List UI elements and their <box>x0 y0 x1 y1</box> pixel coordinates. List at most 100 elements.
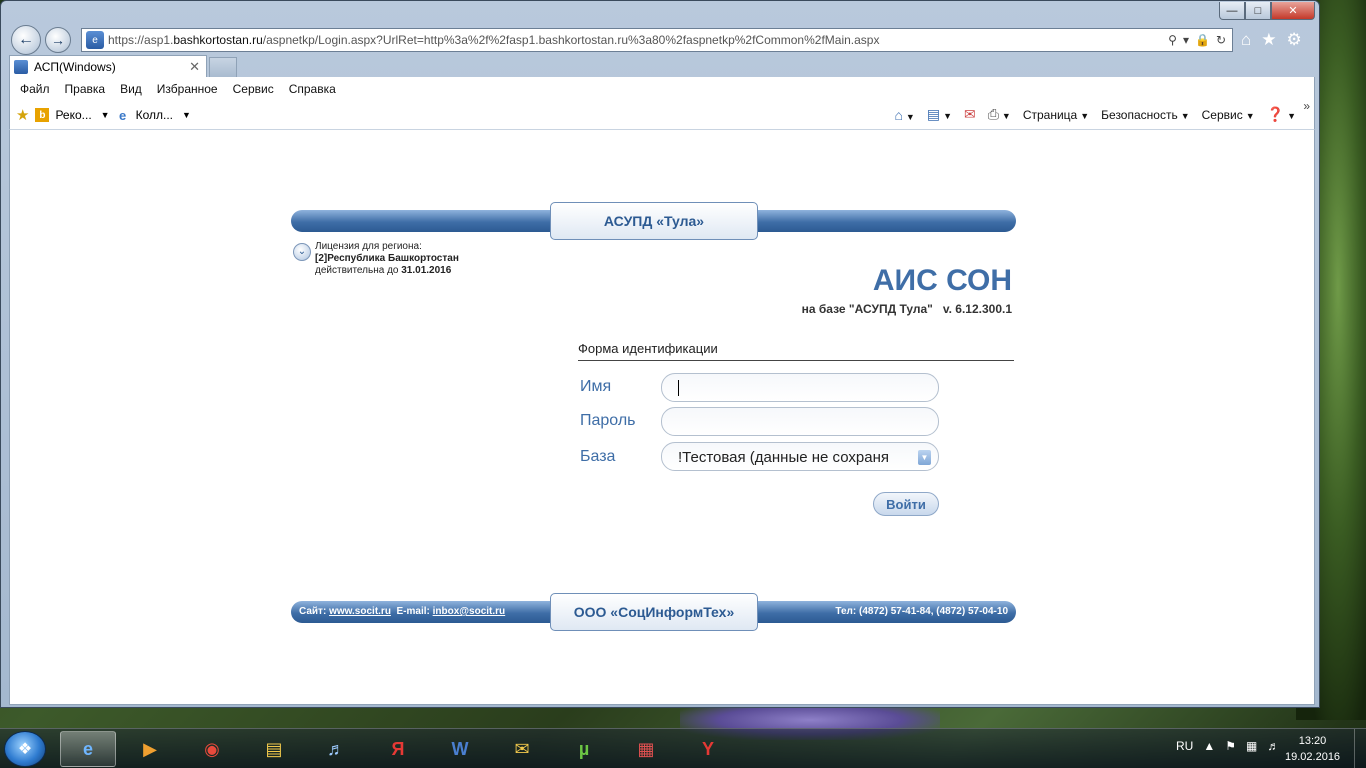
help-menu[interactable]: ❓ ▼ <box>1267 106 1296 123</box>
home-button[interactable]: ⌂ ▼ <box>894 107 914 123</box>
add-favorites-icon[interactable]: ★ <box>16 106 29 124</box>
footer-phones: Тел: (4872) 57-41-84, (4872) 57-04-10 <box>835 606 1008 617</box>
show-desktop-button[interactable] <box>1354 729 1366 768</box>
chevron-down-icon: ▼ <box>1001 111 1011 121</box>
chevron-down-icon[interactable]: ⌄ <box>293 243 311 261</box>
feeds-button[interactable]: ▤ ▼ <box>927 106 952 123</box>
close-button[interactable]: ✕ <box>1271 2 1315 20</box>
app-title: АИС СОН <box>872 264 1012 297</box>
taskbar-chrome[interactable]: ◉ <box>184 731 240 767</box>
chevron-down-icon[interactable]: ▼ <box>101 110 110 120</box>
chevron-down-icon: ▼ <box>943 111 952 121</box>
taskbar-word[interactable]: W <box>432 731 488 767</box>
site-link[interactable]: www.socit.ru <box>329 606 391 617</box>
tray-arrow-icon[interactable]: ▲ <box>1203 739 1215 753</box>
header-badge: АСУПД «Тула» <box>550 202 758 240</box>
new-tab-button[interactable] <box>209 57 237 77</box>
search-icon[interactable]: ⚲ <box>1168 33 1177 47</box>
footer-company: ООО «СоцИнформТех» <box>550 593 758 631</box>
security-menu-label: Безопасность <box>1101 107 1178 122</box>
name-label: Имя <box>580 378 612 395</box>
mail-button[interactable]: ✉ <box>964 106 976 123</box>
clock-date: 19.02.2016 <box>1285 751 1341 763</box>
chevron-down-icon: ▼ <box>1287 111 1296 121</box>
menu-edit[interactable]: Правка <box>65 82 106 96</box>
tab-favicon-icon <box>14 59 28 74</box>
maximize-button[interactable]: □ <box>1245 2 1271 20</box>
login-button[interactable]: Войти <box>873 492 939 516</box>
taskbar-outlook[interactable]: ✉ <box>494 731 550 767</box>
tools-menu[interactable]: Сервис ▼ <box>1202 108 1255 122</box>
word-icon: W <box>451 738 469 759</box>
site-label: Сайт: <box>299 606 327 617</box>
url-host: bashkortostan.ru <box>173 33 263 47</box>
home-icon[interactable]: ⌂ <box>1241 30 1251 50</box>
tab-asp[interactable]: АСП(Windows) ✕ <box>9 55 207 77</box>
database-select[interactable]: !Тестовая (данные не сохраня ▼ <box>661 442 939 471</box>
chevron-down-icon[interactable]: ▼ <box>182 110 191 120</box>
arrow-left-icon: ← <box>18 31 34 48</box>
fav-item-recommended[interactable]: Реко... <box>55 108 91 122</box>
favorites-star-icon[interactable]: ★ <box>1261 30 1276 50</box>
volume-icon[interactable]: ♬ <box>1267 739 1279 753</box>
refresh-icon[interactable]: ↻ <box>1216 33 1226 47</box>
clock[interactable]: 13:20 19.02.2016 <box>1285 733 1340 765</box>
taskbar-media[interactable]: ▶ <box>122 731 178 767</box>
print-button[interactable]: ⎙ ▼ <box>988 106 1011 123</box>
page-menu[interactable]: Страница ▼ <box>1023 108 1089 122</box>
taskbar-utorrent[interactable]: µ <box>556 731 612 767</box>
chevron-down-icon: ▼ <box>1245 110 1255 121</box>
minimize-button[interactable]: — <box>1219 2 1245 20</box>
navigation-row: ← → e https://asp1.bashkortostan.ru/aspn… <box>9 25 1315 55</box>
taskbar-audio[interactable]: ♬ <box>308 731 364 767</box>
taskbar-explorer[interactable]: ▤ <box>246 731 302 767</box>
tab-close-icon[interactable]: ✕ <box>189 59 200 75</box>
menu-file[interactable]: Файл <box>20 82 50 96</box>
address-bar[interactable]: e https://asp1.bashkortostan.ru/aspnetkp… <box>81 28 1233 52</box>
page-content: АСУПД «Тула» ⌄ Лицензия для региона: [2]… <box>9 129 1315 705</box>
taskbar: ❖ e ▶ ◉ ▤ ♬ Я W ✉ µ ▦ Y RU ▲ ⚑ ▦ ♬ 13:20… <box>0 728 1366 768</box>
clock-time: 13:20 <box>1298 735 1327 747</box>
taskbar-yandex[interactable]: Y <box>680 731 736 767</box>
action-center-icon[interactable]: ⚑ <box>1225 739 1236 753</box>
mail-clock-icon: ✉ <box>514 738 530 759</box>
lock-icon[interactable]: 🔒 <box>1195 33 1210 47</box>
license-text: Лицензия для региона: [2]Республика Башк… <box>315 241 535 277</box>
taskbar-app-red[interactable]: ▦ <box>618 731 674 767</box>
dropdown-arrow-icon[interactable]: ▾ <box>1183 33 1189 47</box>
menu-tools[interactable]: Сервис <box>233 82 274 96</box>
menu-favorites[interactable]: Избранное <box>157 82 218 96</box>
chevron-down-icon: ▼ <box>1180 110 1190 121</box>
taskbar-yandex-browser[interactable]: Я <box>370 731 426 767</box>
email-link[interactable]: inbox@socit.ru <box>433 606 506 617</box>
address-url[interactable]: https://asp1.bashkortostan.ru/aspnetkp/L… <box>108 33 1168 47</box>
back-button[interactable]: ← <box>11 25 41 55</box>
forward-button[interactable]: → <box>45 27 71 53</box>
system-tray: RU ▲ ⚑ ▦ ♬ <box>1176 739 1279 753</box>
header-band: АСУПД «Тула» <box>291 202 1016 240</box>
name-input[interactable] <box>661 373 939 402</box>
security-menu[interactable]: Безопасность ▼ <box>1101 108 1189 122</box>
fav-item-collection[interactable]: Колл... <box>136 108 173 122</box>
license-region: [2]Республика Башкортостан <box>315 253 459 264</box>
license-valid-date: 31.01.2016 <box>401 265 452 276</box>
menu-help[interactable]: Справка <box>289 82 336 96</box>
database-label: База <box>580 448 616 465</box>
footer-band: Сайт: www.socit.ru E-mail: inbox@socit.r… <box>291 593 1016 631</box>
url-prefix: https://asp1. <box>108 33 174 47</box>
phone-numbers: (4872) 57-41-84, (4872) 57-04-10 <box>859 606 1008 617</box>
browser-right-tools: ⌂ ★ ⚙ <box>1241 30 1302 50</box>
gear-icon[interactable]: ⚙ <box>1287 30 1302 50</box>
command-bar: ★ b Реко... ▼ e Колл... ▼ ⌂ ▼ ▤ ▼ ✉ ⎙ ▼ Стран… <box>10 99 1314 129</box>
chevron-down-icon[interactable]: ▼ <box>918 450 931 465</box>
password-input[interactable] <box>661 407 939 436</box>
database-selected-value: !Тестовая (данные не сохраня <box>678 449 889 466</box>
start-button[interactable]: ❖ <box>4 731 46 767</box>
speaker-icon: ♬ <box>327 738 345 759</box>
chrome-icon: ◉ <box>204 738 220 759</box>
toolbar-overflow-icon[interactable]: » <box>1303 99 1310 113</box>
language-indicator[interactable]: RU <box>1176 739 1193 753</box>
menu-view[interactable]: Вид <box>120 82 142 96</box>
taskbar-ie[interactable]: e <box>60 731 116 767</box>
network-icon[interactable]: ▦ <box>1246 739 1257 753</box>
